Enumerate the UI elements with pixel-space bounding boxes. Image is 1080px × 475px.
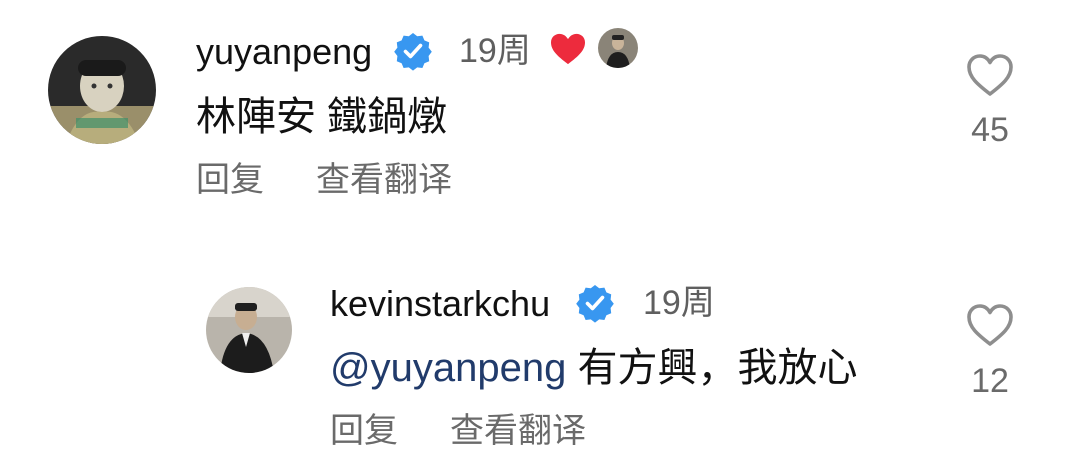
- comments-list: yuyanpeng 19周 林陣安 鐵鍋燉 回复 查看翻译 45 kevinst…: [0, 0, 1080, 475]
- like-count: 12: [971, 362, 1009, 400]
- like-count: 45: [971, 111, 1009, 149]
- avatar[interactable]: [206, 287, 292, 373]
- avatar[interactable]: [48, 36, 156, 144]
- verified-badge-icon: [394, 33, 432, 71]
- heart-outline-icon[interactable]: [965, 52, 1015, 98]
- heart-filled-icon: [551, 33, 585, 65]
- view-translation-button[interactable]: 查看翻译: [316, 163, 452, 197]
- comment-text: @yuyanpeng 有方興，我放心: [330, 348, 857, 388]
- comment-timestamp: 19周: [643, 284, 715, 322]
- verified-badge-icon: [576, 285, 614, 323]
- reply-button[interactable]: 回复: [196, 163, 264, 197]
- heart-outline-icon[interactable]: [965, 302, 1015, 348]
- author-like-avatar: [598, 28, 638, 68]
- reply-button[interactable]: 回复: [330, 414, 398, 448]
- comment-body: 有方興，我放心: [566, 346, 858, 390]
- view-translation-button[interactable]: 查看翻译: [450, 414, 586, 448]
- comment-username[interactable]: kevinstarkchu: [330, 286, 550, 322]
- comment-text: 林陣安 鐵鍋燉: [196, 95, 448, 139]
- comment-username[interactable]: yuyanpeng: [196, 34, 372, 70]
- comment-timestamp: 19周: [459, 32, 531, 70]
- mention-link[interactable]: @yuyanpeng: [330, 346, 566, 390]
